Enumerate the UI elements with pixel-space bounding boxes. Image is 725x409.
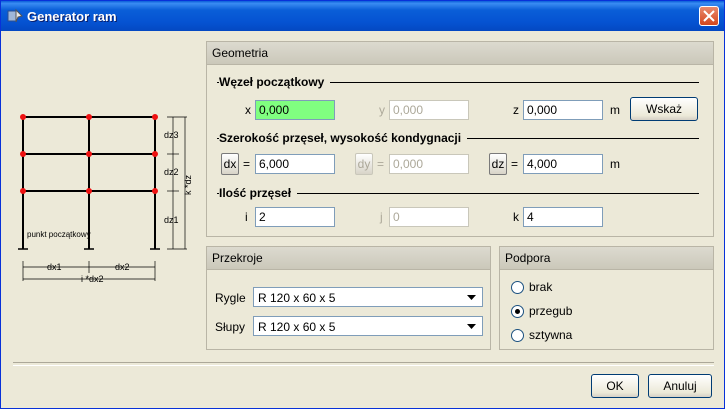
label-dz1: dz1: [164, 215, 179, 225]
close-button[interactable]: [699, 6, 719, 26]
show-button[interactable]: Wskaż: [630, 97, 698, 121]
dx-input[interactable]: [255, 154, 335, 174]
columns-label: Słupy: [215, 320, 246, 334]
dy-input[interactable]: [389, 154, 469, 174]
start-node-title: Węzeł początkowy: [219, 75, 331, 89]
label-dx1: dx1: [47, 262, 62, 272]
count-title: Ilość przęseł: [219, 186, 298, 200]
k-label: k: [513, 210, 519, 224]
title-bar[interactable]: Generator ram: [1, 1, 724, 31]
y-label: y: [379, 103, 385, 117]
radio-label-przegub: przegub: [529, 304, 573, 318]
spans-title: Szerokość przęseł, wysokość kondygnacji: [219, 131, 468, 145]
geometry-header: Geometria: [207, 42, 713, 65]
j-input[interactable]: [389, 207, 469, 227]
columns-select[interactable]: R 120 x 60 x 5: [253, 316, 483, 336]
unit-m: m: [610, 157, 620, 171]
columns-value: R 120 x 60 x 5: [258, 320, 336, 334]
cancel-button[interactable]: Anuluj: [648, 374, 712, 398]
radio-label-sztywna: sztywna: [529, 328, 573, 342]
beams-select[interactable]: R 120 x 60 x 5: [253, 287, 483, 307]
x-input[interactable]: [255, 100, 335, 120]
ok-button[interactable]: OK: [591, 374, 639, 398]
radio-label-brak: brak: [529, 280, 553, 294]
chevron-down-icon: [467, 324, 476, 329]
label-kdz: k *dz: [183, 174, 193, 195]
z-label: z: [513, 103, 519, 117]
dy-button[interactable]: dy: [355, 153, 373, 175]
i-label: i: [245, 210, 248, 224]
radio-brak[interactable]: [511, 281, 524, 294]
close-icon: [703, 10, 715, 22]
dialog-window: Generator ram dz3 dz2 dz1 k *dz dx1 dx2 …: [0, 0, 725, 409]
chevron-down-icon: [467, 295, 476, 300]
support-panel: Podpora brak przegub sztywna: [499, 246, 714, 350]
z-input[interactable]: [523, 100, 603, 120]
j-label: j: [380, 210, 383, 224]
label-dx2: dx2: [115, 262, 130, 272]
window-title: Generator ram: [27, 9, 117, 24]
unit-m: m: [610, 103, 620, 117]
k-input[interactable]: [523, 207, 603, 227]
beams-value: R 120 x 60 x 5: [258, 291, 336, 305]
x-label: x: [245, 103, 251, 117]
dz-input[interactable]: [523, 154, 603, 174]
dz-button[interactable]: dz: [489, 153, 507, 175]
eq-sign: =: [243, 157, 251, 171]
i-input[interactable]: [255, 207, 335, 227]
label-start-point: punkt początkowy: [27, 230, 91, 239]
eq-sign: =: [511, 157, 519, 171]
label-dz3: dz3: [164, 130, 179, 140]
radio-sztywna[interactable]: [511, 329, 524, 342]
label-idx2: i *dx2: [81, 274, 104, 284]
geometry-panel: Geometria Węzeł początkowy x y z m Wskaż…: [206, 41, 714, 237]
sections-header: Przekroje: [207, 247, 490, 270]
y-input[interactable]: [389, 100, 469, 120]
footer-separator: [13, 362, 714, 366]
eq-sign: =: [377, 157, 385, 171]
radio-przegub[interactable]: [511, 305, 524, 318]
support-header: Podpora: [500, 247, 713, 270]
beams-label: Rygle: [215, 291, 246, 305]
dx-button[interactable]: dx: [221, 153, 239, 175]
frame-diagram: dz3 dz2 dz1 k *dz dx1 dx2 i *dx2 punkt p…: [18, 114, 193, 284]
sections-panel: Przekroje Rygle R 120 x 60 x 5 Słupy R 1…: [206, 246, 491, 350]
label-dz2: dz2: [164, 167, 179, 177]
app-icon: [7, 8, 23, 23]
